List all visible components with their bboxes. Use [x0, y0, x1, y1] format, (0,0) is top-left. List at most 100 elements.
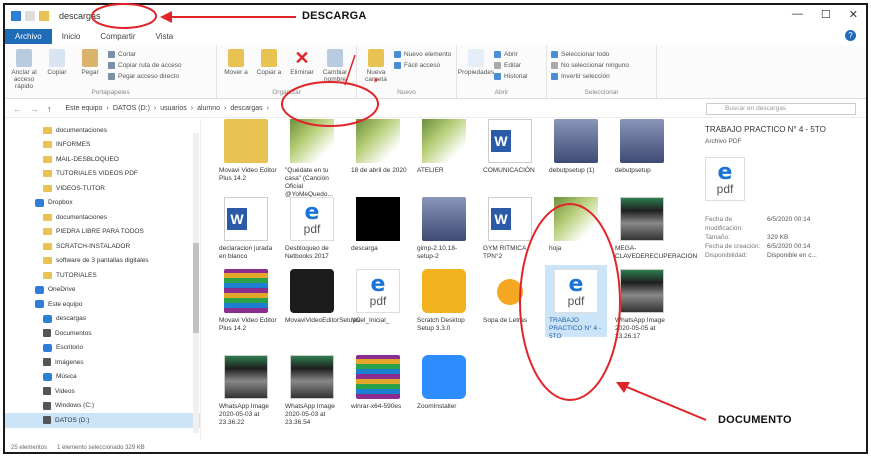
- sidebar-item-music[interactable]: Música: [5, 370, 200, 385]
- breadcrumb-item[interactable]: usuarios: [160, 105, 186, 112]
- file-item[interactable]: debutpsetup: [611, 119, 673, 175]
- easy-access-button[interactable]: Fácil acceso: [394, 62, 451, 69]
- sidebar-item-drive-d[interactable]: DATOS (D:): [5, 413, 200, 428]
- sidebar-item[interactable]: TUTORIALES VIDEOS PDF: [5, 167, 200, 182]
- open-button[interactable]: Abrir: [494, 51, 527, 58]
- sidebar-item[interactable]: PIEDRA LIBRE PARA TODOS: [5, 225, 200, 240]
- file-item[interactable]: MEGA-CLAVEDERECUPERACION: [611, 197, 697, 261]
- details-file-name: TRABAJO PRACTICO N° 4 - 5TO: [705, 125, 826, 134]
- sidebar-item-onedrive[interactable]: OneDrive: [5, 283, 200, 298]
- breadcrumb-item[interactable]: descargas: [230, 105, 262, 112]
- file-item[interactable]: WhatsApp Image 2020-05-05 at 23.26.17: [611, 269, 673, 341]
- navigation-pane: documentaciones INFORMES MAIL-DESBLOQUEO…: [5, 119, 201, 441]
- tab-archivo[interactable]: Archivo: [5, 28, 52, 44]
- up-icon[interactable]: ↑: [47, 104, 52, 114]
- new-folder-button[interactable]: Nueva carpeta: [361, 49, 391, 83]
- save-icon[interactable]: [11, 11, 21, 21]
- sidebar-item-downloads[interactable]: descargas: [5, 312, 200, 327]
- sidebar-item[interactable]: SCRATCH-INSTALADOR: [5, 239, 200, 254]
- back-icon[interactable]: ←: [13, 104, 22, 114]
- close-button[interactable]: ✕: [849, 8, 858, 21]
- file-grid: Movavi Video Editor Plus 14.2 "Quédate e…: [215, 119, 697, 441]
- history-button[interactable]: Historial: [494, 73, 527, 80]
- breadcrumb-item[interactable]: alumno: [197, 105, 220, 112]
- paste-button[interactable]: Pegar: [75, 49, 105, 76]
- folder-icon: [43, 155, 52, 163]
- file-item[interactable]: ATELIER: [413, 119, 475, 175]
- copy-to-button[interactable]: Copiar a: [254, 49, 284, 76]
- sidebar-item[interactable]: TUTORIALES: [5, 268, 200, 283]
- forward-icon[interactable]: →: [30, 104, 39, 114]
- file-item[interactable]: 18 de abril de 2020: [347, 119, 409, 175]
- open-icon: [494, 51, 501, 58]
- sidebar-item-desktop[interactable]: Escritorio: [5, 341, 200, 356]
- sidebar-item-drive-c[interactable]: Windows (C:): [5, 399, 200, 414]
- file-item[interactable]: MovaviVideoEditorSetupC: [281, 269, 361, 325]
- file-item-selected[interactable]: e pdf TRABAJO PRACTICO N° 4 - 5TO: [545, 265, 607, 340]
- group-seleccionar: Seleccionar todo No seleccionar ninguno …: [547, 45, 657, 98]
- sidebar-item-dropbox[interactable]: Dropbox: [5, 196, 200, 211]
- sidebar-item[interactable]: VIDEOS-TUTOR: [5, 181, 200, 196]
- file-item[interactable]: Movavi Video Editor Plus 14.2: [215, 269, 277, 333]
- edit-button[interactable]: Editar: [494, 62, 527, 69]
- tab-compartir[interactable]: Compartir: [90, 29, 145, 44]
- sidebar-item-documents[interactable]: Documentos: [5, 326, 200, 341]
- sidebar-item[interactable]: software de 3 pantallas digitales: [5, 254, 200, 269]
- breadcrumb[interactable]: Este equipo › DATOS (D:) › usuarios › alumn…: [66, 105, 270, 112]
- copy-button[interactable]: Copiar: [42, 49, 72, 76]
- sidebar-item[interactable]: INFORMES: [5, 138, 200, 153]
- group-abrir: Propiedades Abrir Editar Historial Abrir: [457, 45, 547, 98]
- maximize-button[interactable]: ☐: [821, 8, 831, 21]
- file-item[interactable]: e pdf Nivel_Inicial_: [347, 269, 409, 325]
- file-item[interactable]: e pdf Desbloqueo de Netbooks 2017: [281, 197, 343, 261]
- folder-icon[interactable]: [39, 11, 49, 21]
- breadcrumb-item[interactable]: DATOS (D:): [113, 105, 150, 112]
- tab-inicio[interactable]: Inicio: [52, 29, 91, 44]
- file-item[interactable]: WhatsApp Image 2020-05-03 at 23.36.22: [215, 355, 277, 427]
- sidebar-item[interactable]: documentaciones: [5, 123, 200, 138]
- file-item[interactable]: Movavi Video Editor Plus 14.2: [215, 119, 277, 183]
- file-item[interactable]: ZoomInstaller: [413, 355, 475, 411]
- scrollbar-thumb[interactable]: [193, 243, 199, 333]
- copy-path-button[interactable]: Copiar ruta de acceso: [108, 62, 182, 69]
- file-item[interactable]: COMUNICACIÓN: [479, 119, 541, 175]
- properties-button[interactable]: Propiedades: [458, 49, 494, 76]
- winrar-archive-icon: [224, 269, 268, 313]
- move-to-button[interactable]: Mover a: [221, 49, 251, 76]
- paste-shortcut-button[interactable]: Pegar acceso directo: [108, 73, 182, 80]
- rename-button[interactable]: Cambiar nombre: [320, 49, 350, 83]
- sidebar-item[interactable]: documentaciones: [5, 210, 200, 225]
- select-all-button[interactable]: Seleccionar todo: [551, 51, 629, 58]
- search-input[interactable]: Buscar en descargas: [706, 103, 856, 115]
- ribbon: Anclar al acceso rápido Copiar Pegar Cor…: [5, 45, 866, 99]
- invert-selection-button[interactable]: Invertir selección: [551, 73, 629, 80]
- file-item[interactable]: WhatsApp Image 2020-05-03 at 23.36.54: [281, 355, 343, 427]
- breadcrumb-item[interactable]: Este equipo: [66, 105, 103, 112]
- properties-icon[interactable]: [25, 11, 35, 21]
- file-item[interactable]: gimp-2.10.18-setup-2: [413, 197, 475, 261]
- sidebar-scrollbar[interactable]: [193, 133, 199, 433]
- file-item[interactable]: winrar-x64-590es: [347, 355, 409, 411]
- pin-button[interactable]: Anclar al acceso rápido: [9, 49, 39, 90]
- sidebar-item[interactable]: MAIL-DESBLOQUEO: [5, 152, 200, 167]
- file-item[interactable]: Sopa de Letras: [479, 269, 541, 325]
- select-none-button[interactable]: No seleccionar ninguno: [551, 62, 629, 69]
- help-icon[interactable]: ?: [845, 30, 856, 41]
- file-item[interactable]: declaracion jurada en blanco: [215, 197, 277, 261]
- minimize-button[interactable]: —: [792, 8, 803, 21]
- delete-button[interactable]: ✕ Eliminar: [287, 49, 317, 76]
- file-item[interactable]: debutpsetup (1): [545, 119, 607, 175]
- file-item[interactable]: hoja: [545, 197, 607, 253]
- image-thumbnail: [290, 355, 334, 399]
- sidebar-item-this-pc[interactable]: Este equipo: [5, 297, 200, 312]
- file-item[interactable]: GYM RITMICA TPN°2: [479, 197, 541, 261]
- tab-vista[interactable]: Vista: [146, 29, 184, 44]
- file-item[interactable]: "Quédate en tu casa" (Canción Oficial @Y…: [281, 119, 343, 199]
- file-item[interactable]: Scratch Desktop Setup 3.3.0: [413, 269, 475, 333]
- invert-icon: [551, 73, 558, 80]
- sidebar-item-images[interactable]: Imágenes: [5, 355, 200, 370]
- new-item-button[interactable]: Nuevo elemento: [394, 51, 451, 58]
- file-item[interactable]: descarga: [347, 197, 409, 253]
- cut-button[interactable]: Cortar: [108, 51, 182, 58]
- sidebar-item-videos[interactable]: Videos: [5, 384, 200, 399]
